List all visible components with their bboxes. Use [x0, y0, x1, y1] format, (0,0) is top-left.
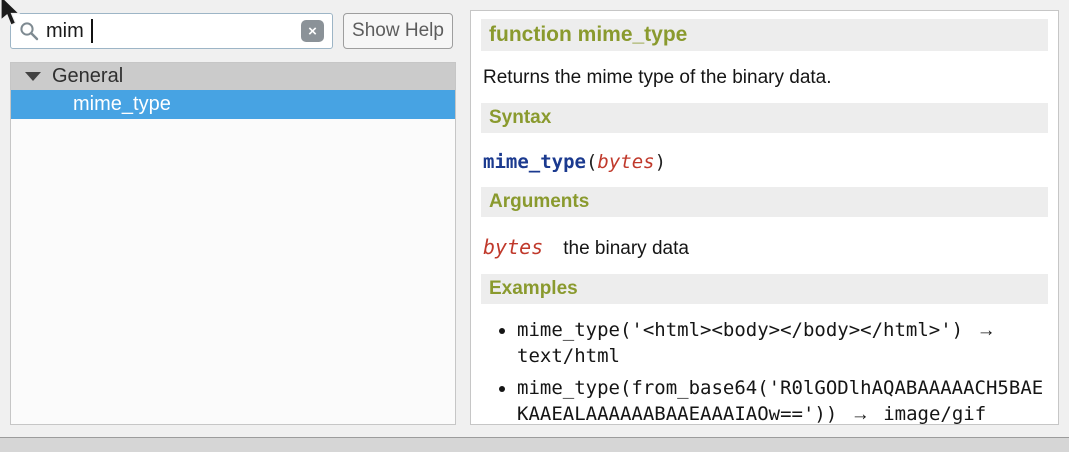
tree-item-mime-type[interactable]: mime_type: [11, 90, 455, 119]
syntax-heading: Syntax: [481, 103, 1048, 133]
arguments-heading: Arguments: [481, 187, 1048, 217]
clear-search-icon[interactable]: ×: [301, 20, 324, 42]
tree-item-label: mime_type: [73, 93, 171, 116]
arrow-icon: →: [849, 404, 872, 425]
search-icon: [19, 21, 39, 41]
example-item: mime_type('<html><body></body></html>') …: [517, 318, 1048, 369]
argument-row: bytes the binary data: [483, 235, 1046, 260]
function-tree: General mime_type: [10, 62, 456, 425]
tree-group-label: General: [52, 65, 123, 88]
examples-heading: Examples: [481, 274, 1048, 304]
syntax-argument: bytes: [597, 151, 654, 173]
example-item: mime_type(from_base64('R0lGODlhAQABAAAAA…: [517, 376, 1048, 425]
search-input[interactable]: mim ×: [10, 13, 333, 49]
window-bottom-edge: [0, 437, 1069, 452]
help-title: function mime_type: [481, 19, 1048, 51]
collapse-triangle-icon[interactable]: [25, 72, 41, 81]
examples-list: mime_type('<html><body></body></html>') …: [481, 318, 1048, 425]
example-result: text/html: [517, 345, 620, 367]
function-name: mime_type: [483, 151, 586, 173]
function-description: Returns the mime type of the binary data…: [483, 67, 1048, 89]
paren-close: ): [655, 151, 666, 173]
paren-open: (: [586, 151, 597, 173]
example-result: image/gif: [883, 403, 986, 425]
tree-group-general[interactable]: General: [11, 63, 455, 90]
show-help-button[interactable]: Show Help: [343, 13, 453, 49]
text-cursor: [91, 19, 93, 43]
search-value: mim: [46, 20, 84, 43]
arrow-icon: →: [975, 320, 998, 341]
argument-description: the binary data: [563, 238, 689, 260]
syntax-code: mime_type(bytes): [483, 151, 1048, 173]
example-code: mime_type('<html><body></body></html>'): [517, 319, 963, 341]
help-panel: function mime_type Returns the mime type…: [470, 10, 1059, 425]
argument-name: bytes: [483, 235, 543, 259]
